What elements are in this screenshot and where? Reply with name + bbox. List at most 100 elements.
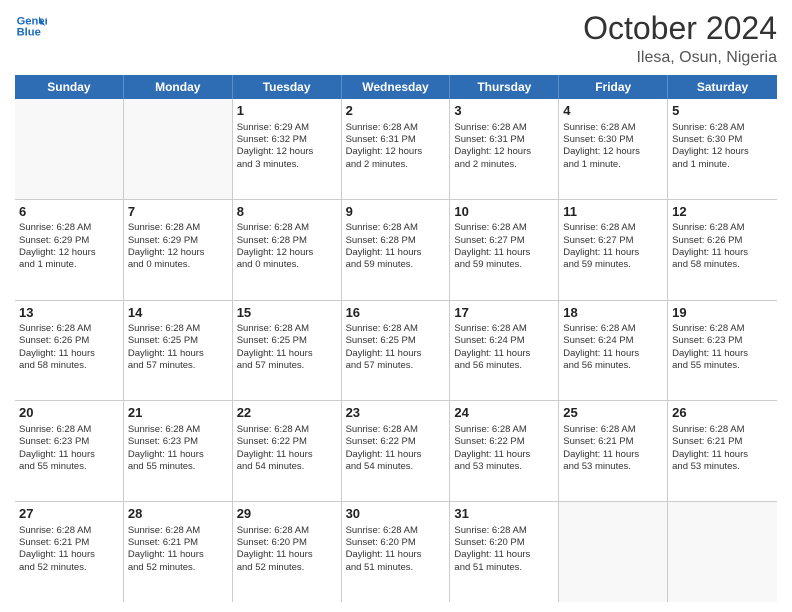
day-info: Sunrise: 6:28 AM Sunset: 6:23 PM Dayligh… [128, 424, 228, 473]
calendar-row: 1 Sunrise: 6:29 AM Sunset: 6:32 PM Daylig… [15, 99, 777, 200]
title-area: October 2024 Ilesa, Osun, Nigeria [583, 10, 777, 67]
day-number: 17 [454, 304, 554, 322]
day-number: 30 [346, 505, 446, 523]
calendar-cell: 13Sunrise: 6:28 AM Sunset: 6:26 PM Dayli… [15, 301, 124, 401]
day-number: 27 [19, 505, 119, 523]
day-number: 31 [454, 505, 554, 523]
logo: General Blue [15, 10, 47, 42]
calendar-cell: 19Sunrise: 6:28 AM Sunset: 6:23 PM Dayli… [668, 301, 777, 401]
day-number: 14 [128, 304, 228, 322]
day-info: Sunrise: 6:28 AM Sunset: 6:28 PM Dayligh… [237, 222, 337, 271]
calendar-row: 13Sunrise: 6:28 AM Sunset: 6:26 PM Dayli… [15, 301, 777, 402]
day-number: 6 [19, 203, 119, 221]
calendar-cell: 30 Sunrise: 6:28 AM Sunset: 6:20 PM Dayli… [342, 502, 451, 602]
day-number: 15 [237, 304, 337, 322]
weekday-header: Tuesday [233, 75, 342, 99]
day-info: Sunrise: 6:28 AM Sunset: 6:22 PM Dayligh… [454, 424, 554, 473]
header: General Blue October 2024 Ilesa, Osun, N… [15, 10, 777, 67]
calendar-cell: 15Sunrise: 6:28 AM Sunset: 6:25 PM Dayli… [233, 301, 342, 401]
day-info: Sunrise: 6:28 AM Sunset: 6:21 PM Dayligh… [672, 424, 773, 473]
day-info: Sunrise: 6:28 AM Sunset: 6:27 PM Dayligh… [454, 222, 554, 271]
calendar-cell: 4Sunrise: 6:28 AM Sunset: 6:30 PM Daylig… [559, 99, 668, 199]
calendar-cell: 14Sunrise: 6:28 AM Sunset: 6:25 PM Dayli… [124, 301, 233, 401]
calendar-cell: 22 Sunrise: 6:28 AM Sunset: 6:22 PM Dayli… [233, 401, 342, 501]
day-number: 13 [19, 304, 119, 322]
weekday-header: Monday [124, 75, 233, 99]
day-info: Sunrise: 6:28 AM Sunset: 6:30 PM Dayligh… [672, 122, 773, 171]
day-info: Sunrise: 6:28 AM Sunset: 6:27 PM Dayligh… [563, 222, 663, 271]
day-number: 8 [237, 203, 337, 221]
day-info: Sunrise: 6:28 AM Sunset: 6:21 PM Dayligh… [563, 424, 663, 473]
day-number: 5 [672, 102, 773, 120]
calendar-cell: 11Sunrise: 6:28 AM Sunset: 6:27 PM Dayli… [559, 200, 668, 300]
calendar-cell: 24 Sunrise: 6:28 AM Sunset: 6:22 PM Dayli… [450, 401, 559, 501]
calendar-cell: 28Sunrise: 6:28 AM Sunset: 6:21 PM Dayli… [124, 502, 233, 602]
calendar-cell: 17Sunrise: 6:28 AM Sunset: 6:24 PM Dayli… [450, 301, 559, 401]
day-info: Sunrise: 6:28 AM Sunset: 6:31 PM Dayligh… [454, 122, 554, 171]
calendar-cell: 8Sunrise: 6:28 AM Sunset: 6:28 PM Daylig… [233, 200, 342, 300]
weekday-header: Friday [559, 75, 668, 99]
calendar-row: 6Sunrise: 6:28 AM Sunset: 6:29 PM Daylig… [15, 200, 777, 301]
day-number: 12 [672, 203, 773, 221]
day-info: Sunrise: 6:28 AM Sunset: 6:23 PM Dayligh… [19, 424, 119, 473]
calendar-cell [559, 502, 668, 602]
day-info: Sunrise: 6:29 AM Sunset: 6:32 PM Dayligh… [237, 122, 337, 171]
calendar-cell: 27 Sunrise: 6:28 AM Sunset: 6:21 PM Dayli… [15, 502, 124, 602]
day-number: 24 [454, 404, 554, 422]
day-number: 3 [454, 102, 554, 120]
calendar-body: 1 Sunrise: 6:29 AM Sunset: 6:32 PM Daylig… [15, 99, 777, 602]
calendar-cell: 9Sunrise: 6:28 AM Sunset: 6:28 PM Daylig… [342, 200, 451, 300]
day-info: Sunrise: 6:28 AM Sunset: 6:26 PM Dayligh… [672, 222, 773, 271]
calendar-cell: 21 Sunrise: 6:28 AM Sunset: 6:23 PM Dayli… [124, 401, 233, 501]
calendar-row: 20 Sunrise: 6:28 AM Sunset: 6:23 PM Dayli… [15, 401, 777, 502]
day-number: 7 [128, 203, 228, 221]
day-info: Sunrise: 6:28 AM Sunset: 6:25 PM Dayligh… [237, 323, 337, 372]
day-number: 16 [346, 304, 446, 322]
month-title: October 2024 [583, 10, 777, 47]
day-info: Sunrise: 6:28 AM Sunset: 6:22 PM Dayligh… [237, 424, 337, 473]
day-number: 19 [672, 304, 773, 322]
calendar-cell: 23Sunrise: 6:28 AM Sunset: 6:22 PM Dayli… [342, 401, 451, 501]
day-number: 23 [346, 404, 446, 422]
calendar-header: SundayMondayTuesdayWednesdayThursdayFrid… [15, 75, 777, 99]
day-info: Sunrise: 6:28 AM Sunset: 6:28 PM Dayligh… [346, 222, 446, 271]
weekday-header: Sunday [15, 75, 124, 99]
main-container: General Blue October 2024 Ilesa, Osun, N… [0, 0, 792, 612]
day-number: 1 [237, 102, 337, 120]
day-info: Sunrise: 6:28 AM Sunset: 6:26 PM Dayligh… [19, 323, 119, 372]
day-number: 20 [19, 404, 119, 422]
day-info: Sunrise: 6:28 AM Sunset: 6:29 PM Dayligh… [19, 222, 119, 271]
calendar: SundayMondayTuesdayWednesdayThursdayFrid… [15, 75, 777, 602]
day-number: 29 [237, 505, 337, 523]
day-number: 21 [128, 404, 228, 422]
calendar-cell [15, 99, 124, 199]
weekday-header: Thursday [450, 75, 559, 99]
day-number: 11 [563, 203, 663, 221]
day-info: Sunrise: 6:28 AM Sunset: 6:24 PM Dayligh… [563, 323, 663, 372]
day-info: Sunrise: 6:28 AM Sunset: 6:25 PM Dayligh… [128, 323, 228, 372]
day-number: 10 [454, 203, 554, 221]
weekday-header: Wednesday [342, 75, 451, 99]
svg-text:Blue: Blue [17, 27, 41, 39]
day-info: Sunrise: 6:28 AM Sunset: 6:20 PM Dayligh… [237, 525, 337, 574]
day-info: Sunrise: 6:28 AM Sunset: 6:24 PM Dayligh… [454, 323, 554, 372]
calendar-row: 27 Sunrise: 6:28 AM Sunset: 6:21 PM Dayli… [15, 502, 777, 602]
day-info: Sunrise: 6:28 AM Sunset: 6:29 PM Dayligh… [128, 222, 228, 271]
calendar-cell: 7Sunrise: 6:28 AM Sunset: 6:29 PM Daylig… [124, 200, 233, 300]
calendar-cell: 10Sunrise: 6:28 AM Sunset: 6:27 PM Dayli… [450, 200, 559, 300]
calendar-cell: 1 Sunrise: 6:29 AM Sunset: 6:32 PM Daylig… [233, 99, 342, 199]
day-info: Sunrise: 6:28 AM Sunset: 6:23 PM Dayligh… [672, 323, 773, 372]
calendar-cell: 25Sunrise: 6:28 AM Sunset: 6:21 PM Dayli… [559, 401, 668, 501]
day-info: Sunrise: 6:28 AM Sunset: 6:21 PM Dayligh… [19, 525, 119, 574]
calendar-cell: 16Sunrise: 6:28 AM Sunset: 6:25 PM Dayli… [342, 301, 451, 401]
day-info: Sunrise: 6:28 AM Sunset: 6:21 PM Dayligh… [128, 525, 228, 574]
calendar-cell: 6Sunrise: 6:28 AM Sunset: 6:29 PM Daylig… [15, 200, 124, 300]
day-number: 22 [237, 404, 337, 422]
day-number: 26 [672, 404, 773, 422]
calendar-cell: 26 Sunrise: 6:28 AM Sunset: 6:21 PM Dayli… [668, 401, 777, 501]
calendar-cell: 31Sunrise: 6:28 AM Sunset: 6:20 PM Dayli… [450, 502, 559, 602]
calendar-cell [124, 99, 233, 199]
day-info: Sunrise: 6:28 AM Sunset: 6:20 PM Dayligh… [346, 525, 446, 574]
calendar-cell: 5 Sunrise: 6:28 AM Sunset: 6:30 PM Daylig… [668, 99, 777, 199]
calendar-cell: 20 Sunrise: 6:28 AM Sunset: 6:23 PM Dayli… [15, 401, 124, 501]
